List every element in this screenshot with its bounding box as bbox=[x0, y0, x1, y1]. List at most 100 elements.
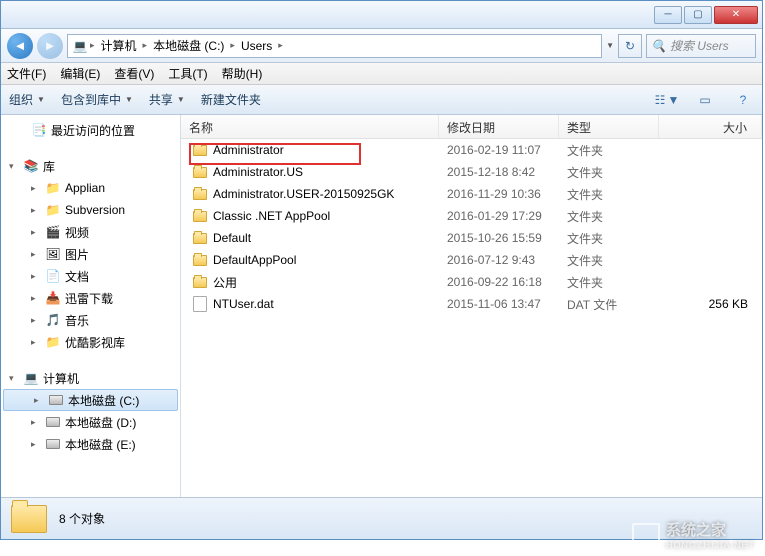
folder-icon bbox=[193, 145, 207, 156]
menu-help[interactable]: 帮助(H) bbox=[222, 65, 263, 82]
tree-drive-item[interactable]: ▸本地磁盘 (D:) bbox=[1, 411, 180, 433]
nav-tree: 📑最近访问的位置 ▾📚库 ▸📁Applian▸📁Subversion▸🎬视频▸🖼… bbox=[1, 115, 181, 539]
tree-lib-item[interactable]: ▸🎵音乐 bbox=[1, 309, 180, 331]
tree-drive-item[interactable]: ▸本地磁盘 (E:) bbox=[1, 433, 180, 455]
menu-bar: 文件(F) 编辑(E) 查看(V) 工具(T) 帮助(H) bbox=[1, 63, 762, 85]
nav-bar: ◄ ► 💻 ▸ 计算机 ▸ 本地磁盘 (C:) ▸ Users ▸ ▼ ↻ 🔍 … bbox=[1, 29, 762, 63]
expand-icon[interactable]: ▸ bbox=[31, 227, 41, 238]
view-options-button[interactable]: ☷▼ bbox=[656, 89, 678, 111]
tree-lib-item[interactable]: ▸📥迅雷下载 bbox=[1, 287, 180, 309]
preview-pane-button[interactable]: ▭ bbox=[694, 89, 716, 111]
share-button[interactable]: 共享▼ bbox=[149, 91, 185, 108]
list-item[interactable]: NTUser.dat2015-11-06 13:47DAT 文件256 KB bbox=[181, 293, 762, 315]
list-item[interactable]: Default2015-10-26 15:59文件夹 bbox=[181, 227, 762, 249]
newfolder-button[interactable]: 新建文件夹 bbox=[201, 91, 261, 108]
folder-icon: 📥 bbox=[45, 290, 61, 306]
file-icon bbox=[193, 296, 207, 312]
expand-icon[interactable]: ▸ bbox=[31, 293, 41, 304]
col-type[interactable]: 类型 bbox=[559, 115, 659, 138]
list-body: Administrator2016-02-19 11:07文件夹Administ… bbox=[181, 139, 762, 522]
search-placeholder: 搜索 Users bbox=[670, 37, 729, 54]
folder-icon bbox=[11, 505, 47, 533]
recent-icon: 📑 bbox=[31, 122, 47, 138]
menu-edit[interactable]: 编辑(E) bbox=[60, 65, 100, 82]
body: 📑最近访问的位置 ▾📚库 ▸📁Applian▸📁Subversion▸🎬视频▸🖼… bbox=[1, 115, 762, 539]
list-item[interactable]: Administrator.US2015-12-18 8:42文件夹 bbox=[181, 161, 762, 183]
computer-icon: 💻 bbox=[23, 370, 39, 386]
folder-icon bbox=[193, 189, 207, 200]
computer-icon: 💻 bbox=[72, 38, 88, 54]
disk-icon bbox=[45, 414, 61, 430]
collapse-icon[interactable]: ▾ bbox=[9, 373, 19, 384]
folder-icon: 📁 bbox=[45, 180, 61, 196]
expand-icon[interactable]: ▸ bbox=[31, 439, 41, 450]
tree-drive-item[interactable]: ▸本地磁盘 (C:) bbox=[3, 389, 178, 411]
help-button[interactable]: ? bbox=[732, 89, 754, 111]
menu-tools[interactable]: 工具(T) bbox=[168, 65, 207, 82]
watermark-logo-icon bbox=[632, 523, 660, 547]
expand-icon[interactable]: ▸ bbox=[31, 183, 41, 194]
titlebar: ─ ▢ ✕ bbox=[1, 1, 762, 29]
breadcrumb[interactable]: 💻 ▸ 计算机 ▸ 本地磁盘 (C:) ▸ Users ▸ bbox=[67, 34, 602, 58]
tree-computer[interactable]: ▾💻计算机 bbox=[1, 367, 180, 389]
expand-icon[interactable]: ▸ bbox=[31, 417, 41, 428]
expand-icon[interactable]: ▸ bbox=[31, 249, 41, 260]
watermark: 系统之家 HONGZHIJIA.NET bbox=[632, 519, 755, 550]
toolbar: 组织▼ 包含到库中▼ 共享▼ 新建文件夹 ☷▼ ▭ ? bbox=[1, 85, 762, 115]
collapse-icon[interactable]: ▾ bbox=[9, 161, 19, 172]
tree-lib-item[interactable]: ▸🖼图片 bbox=[1, 243, 180, 265]
tree-lib-item[interactable]: ▸🎬视频 bbox=[1, 221, 180, 243]
expand-icon[interactable]: ▸ bbox=[31, 271, 41, 282]
include-button[interactable]: 包含到库中▼ bbox=[61, 91, 133, 108]
tree-recent[interactable]: 📑最近访问的位置 bbox=[1, 119, 180, 141]
crumb-drive[interactable]: 本地磁盘 (C:) bbox=[149, 37, 228, 54]
expand-icon[interactable]: ▸ bbox=[31, 315, 41, 326]
list-item[interactable]: Classic .NET AppPool2016-01-29 17:29文件夹 bbox=[181, 205, 762, 227]
status-text: 8 个对象 bbox=[59, 510, 105, 527]
folder-icon bbox=[193, 211, 207, 222]
folder-icon: 🎬 bbox=[45, 224, 61, 240]
list-header: 名称 修改日期 类型 大小 bbox=[181, 115, 762, 139]
list-item[interactable]: DefaultAppPool2016-07-12 9:43文件夹 bbox=[181, 249, 762, 271]
expand-icon[interactable]: ▸ bbox=[34, 395, 44, 406]
close-button[interactable]: ✕ bbox=[714, 6, 758, 24]
organize-button[interactable]: 组织▼ bbox=[9, 91, 45, 108]
folder-icon: 📁 bbox=[45, 202, 61, 218]
chevron-right-icon: ▸ bbox=[230, 40, 235, 51]
library-icon: 📚 bbox=[23, 158, 39, 174]
refresh-button[interactable]: ↻ bbox=[618, 34, 642, 58]
tree-lib-item[interactable]: ▸📄文档 bbox=[1, 265, 180, 287]
disk-icon bbox=[45, 436, 61, 452]
tree-lib-item[interactable]: ▸📁Subversion bbox=[1, 199, 180, 221]
chevron-right-icon: ▸ bbox=[278, 40, 283, 51]
forward-button[interactable]: ► bbox=[37, 33, 63, 59]
search-input[interactable]: 🔍 搜索 Users bbox=[646, 34, 756, 58]
list-item[interactable]: Administrator2016-02-19 11:07文件夹 bbox=[181, 139, 762, 161]
chevron-right-icon: ▸ bbox=[143, 40, 148, 51]
expand-icon[interactable]: ▸ bbox=[31, 205, 41, 216]
folder-icon bbox=[193, 167, 207, 178]
folder-icon bbox=[193, 233, 207, 244]
maximize-button[interactable]: ▢ bbox=[684, 6, 712, 24]
crumb-folder[interactable]: Users bbox=[237, 39, 276, 53]
folder-icon bbox=[193, 255, 207, 266]
history-dropdown-icon[interactable]: ▼ bbox=[606, 41, 614, 50]
folder-icon: 🎵 bbox=[45, 312, 61, 328]
list-item[interactable]: Administrator.USER-20150925GK2016-11-29 … bbox=[181, 183, 762, 205]
col-date[interactable]: 修改日期 bbox=[439, 115, 559, 138]
col-size[interactable]: 大小 bbox=[659, 115, 762, 138]
crumb-computer[interactable]: 计算机 bbox=[97, 37, 141, 54]
menu-view[interactable]: 查看(V) bbox=[114, 65, 154, 82]
tree-libraries[interactable]: ▾📚库 bbox=[1, 155, 180, 177]
tree-lib-item[interactable]: ▸📁优酷影视库 bbox=[1, 331, 180, 353]
expand-icon[interactable]: ▸ bbox=[31, 337, 41, 348]
folder-icon: 📁 bbox=[45, 334, 61, 350]
back-button[interactable]: ◄ bbox=[7, 33, 33, 59]
menu-file[interactable]: 文件(F) bbox=[7, 65, 46, 82]
file-list: 名称 修改日期 类型 大小 Administrator2016-02-19 11… bbox=[181, 115, 762, 539]
col-name[interactable]: 名称 bbox=[181, 115, 439, 138]
explorer-window: ─ ▢ ✕ ◄ ► 💻 ▸ 计算机 ▸ 本地磁盘 (C:) ▸ Users ▸ … bbox=[0, 0, 763, 540]
list-item[interactable]: 公用2016-09-22 16:18文件夹 bbox=[181, 271, 762, 293]
minimize-button[interactable]: ─ bbox=[654, 6, 682, 24]
tree-lib-item[interactable]: ▸📁Applian bbox=[1, 177, 180, 199]
